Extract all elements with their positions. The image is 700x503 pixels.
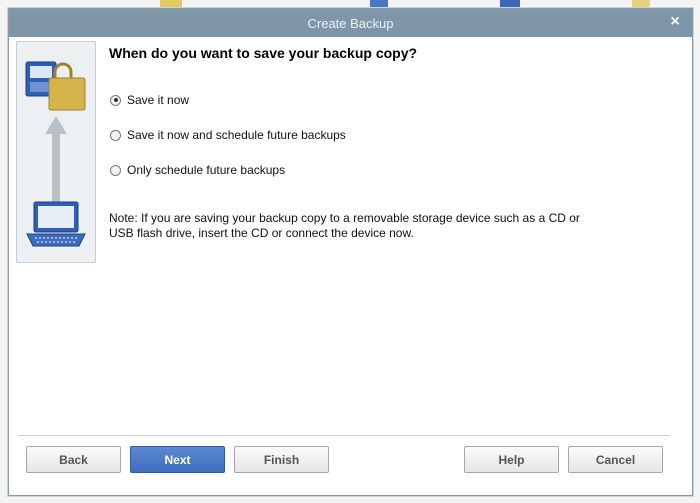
cancel-button[interactable]: Cancel [568, 446, 663, 473]
backup-question: When do you want to save your backup cop… [109, 45, 418, 61]
dialog-title: Create Backup [307, 15, 394, 31]
schedule-only-label[interactable]: Only schedule future backups [127, 163, 285, 177]
backup-illustration [16, 41, 96, 263]
save-now-label[interactable]: Save it now [127, 93, 189, 107]
help-button[interactable]: Help [464, 446, 559, 473]
option-save-now[interactable]: Save it now [110, 93, 189, 107]
dialog-titlebar: Create Backup × [9, 9, 692, 37]
backup-illustration-graphic [25, 61, 86, 247]
background-gear-icon [500, 0, 520, 8]
schedule-only-radio[interactable] [110, 164, 121, 176]
padlock-icon [48, 62, 86, 111]
create-backup-dialog: Create Backup × When do you want to save… [8, 8, 693, 496]
back-button[interactable]: Back [26, 446, 121, 473]
laptop-icon [26, 201, 86, 247]
option-schedule-only[interactable]: Only schedule future backups [110, 163, 285, 177]
save-and-schedule-radio[interactable] [110, 129, 121, 141]
option-save-and-schedule[interactable]: Save it now and schedule future backups [110, 128, 346, 142]
save-now-radio[interactable] [110, 94, 121, 106]
background-document-icon [370, 0, 388, 8]
background-note-icon [632, 0, 650, 8]
next-button[interactable]: Next [130, 446, 225, 473]
save-and-schedule-label[interactable]: Save it now and schedule future backups [127, 128, 346, 142]
finish-button[interactable]: Finish [234, 446, 329, 473]
footer-separator [18, 435, 670, 436]
removable-device-note: Note: If you are saving your backup copy… [109, 211, 580, 240]
close-icon: × [670, 13, 680, 30]
dialog-body: When do you want to save your backup cop… [10, 37, 691, 494]
close-button[interactable]: × [666, 13, 684, 31]
background-folder-icon [160, 0, 182, 8]
